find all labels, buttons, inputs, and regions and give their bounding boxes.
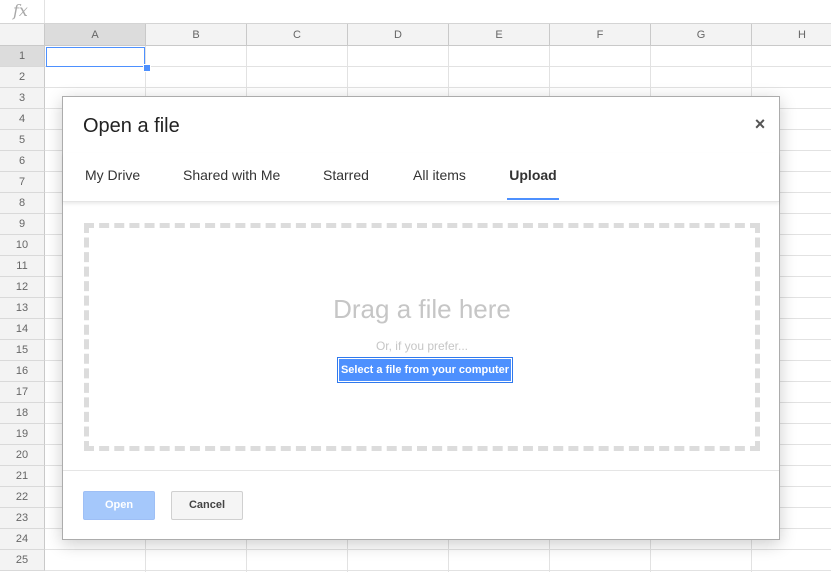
row-header[interactable]: 7 xyxy=(0,172,45,193)
open-file-dialog: Open a file × My Drive Shared with Me St… xyxy=(62,96,780,540)
cancel-button[interactable]: Cancel xyxy=(171,491,243,520)
row-header[interactable]: 18 xyxy=(0,403,45,424)
or-prefer-text: Or, if you prefer... xyxy=(375,339,469,353)
column-header[interactable]: A xyxy=(45,24,146,46)
dialog-tabs: My Drive Shared with Me Starred All item… xyxy=(63,153,779,202)
row-header[interactable]: 10 xyxy=(0,235,45,256)
column-header[interactable]: C xyxy=(247,24,348,46)
row-header[interactable]: 15 xyxy=(0,340,45,361)
row-header[interactable]: 16 xyxy=(0,361,45,382)
row-header[interactable]: 19 xyxy=(0,424,45,445)
tab-starred[interactable]: Starred xyxy=(323,153,369,200)
row-header[interactable]: 8 xyxy=(0,193,45,214)
row-header[interactable]: 1 xyxy=(0,46,45,67)
open-button[interactable]: Open xyxy=(83,491,155,520)
select-file-button[interactable]: Select a file from your computer xyxy=(337,357,513,383)
row-header[interactable]: 24 xyxy=(0,529,45,550)
column-header[interactable]: B xyxy=(146,24,247,46)
row-header[interactable]: 12 xyxy=(0,277,45,298)
row-headers: 1 2 3 4 5 6 7 8 9 10 11 12 13 14 15 16 1… xyxy=(0,46,45,571)
row-header[interactable]: 22 xyxy=(0,487,45,508)
formula-bar[interactable]: fx xyxy=(0,0,831,24)
fx-icon: fx xyxy=(13,1,28,20)
close-icon[interactable]: × xyxy=(753,115,767,133)
column-header[interactable]: F xyxy=(550,24,651,46)
row-header[interactable]: 25 xyxy=(0,550,45,571)
upload-panel: Drag a file here Or, if you prefer... Se… xyxy=(63,202,779,470)
row-header[interactable]: 11 xyxy=(0,256,45,277)
column-headers: A B C D E F G H xyxy=(45,24,831,46)
row-header[interactable]: 13 xyxy=(0,298,45,319)
row-header[interactable]: 21 xyxy=(0,466,45,487)
formula-bar-divider xyxy=(44,0,45,23)
tab-upload[interactable]: Upload xyxy=(507,153,559,200)
column-header[interactable]: H xyxy=(752,24,831,46)
row-header[interactable]: 9 xyxy=(0,214,45,235)
tab-my-drive[interactable]: My Drive xyxy=(85,153,140,200)
row-header[interactable]: 4 xyxy=(0,109,45,130)
row-header[interactable]: 5 xyxy=(0,130,45,151)
row-header[interactable]: 23 xyxy=(0,508,45,529)
dialog-footer: Open Cancel xyxy=(63,470,779,540)
dialog-title: Open a file xyxy=(83,115,180,137)
drop-zone[interactable]: Drag a file here Or, if you prefer... Se… xyxy=(84,223,760,451)
select-all-corner[interactable] xyxy=(0,24,45,46)
row-header[interactable]: 2 xyxy=(0,67,45,88)
row-header[interactable]: 3 xyxy=(0,88,45,109)
column-header[interactable]: E xyxy=(449,24,550,46)
row-header[interactable]: 14 xyxy=(0,319,45,340)
row-header[interactable]: 17 xyxy=(0,382,45,403)
column-header[interactable]: D xyxy=(348,24,449,46)
row-header[interactable]: 20 xyxy=(0,445,45,466)
tab-shared-with-me[interactable]: Shared with Me xyxy=(183,153,280,200)
tab-all-items[interactable]: All items xyxy=(413,153,466,200)
row-header[interactable]: 6 xyxy=(0,151,45,172)
drag-file-text: Drag a file here xyxy=(333,294,511,324)
active-cell-outline[interactable] xyxy=(46,47,145,67)
column-header[interactable]: G xyxy=(651,24,752,46)
fill-handle[interactable] xyxy=(143,64,151,72)
